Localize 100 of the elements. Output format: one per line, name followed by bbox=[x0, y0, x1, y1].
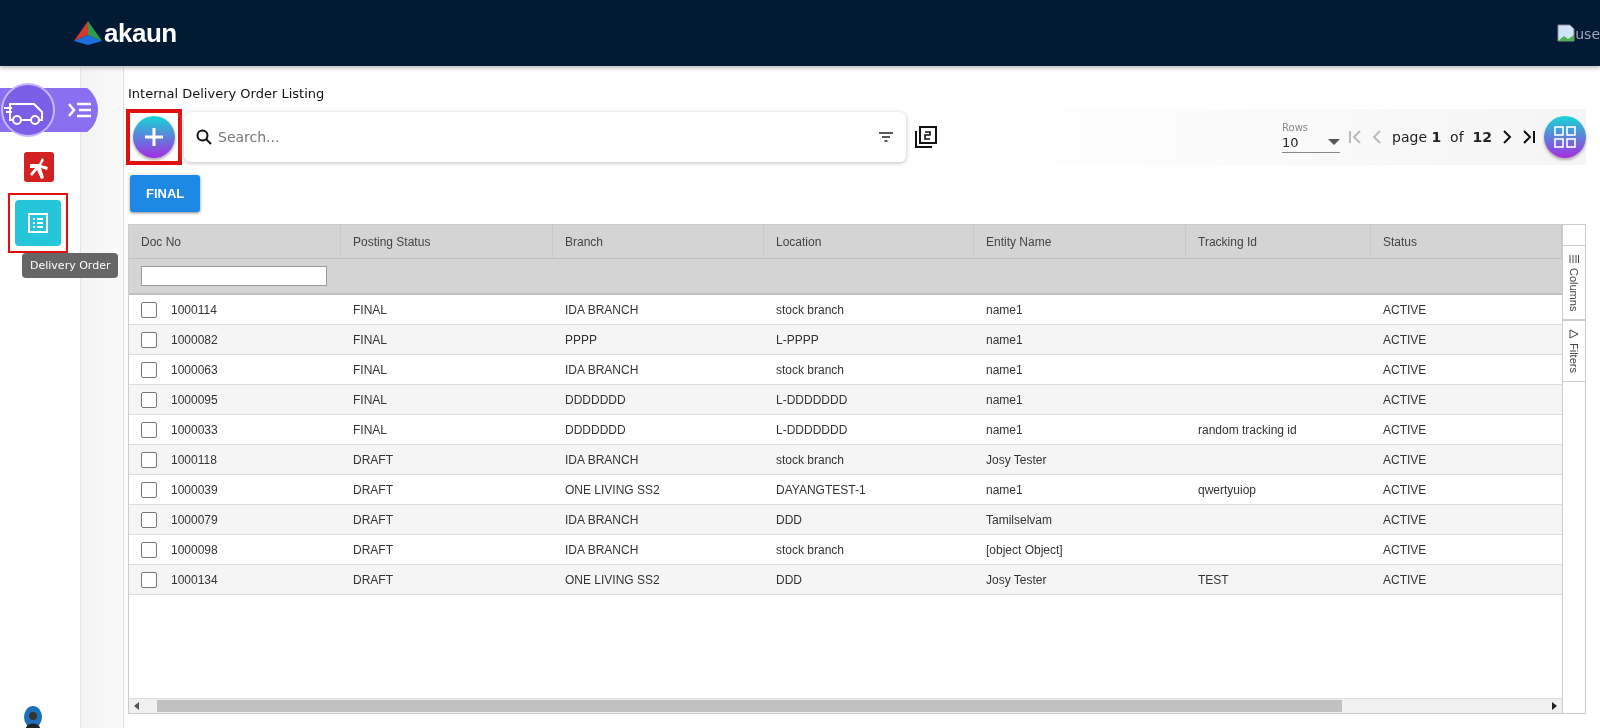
row-checkbox[interactable] bbox=[141, 331, 157, 348]
page-indicator: page 1 of 12 bbox=[1392, 129, 1492, 145]
table-cell: DRAFT bbox=[353, 572, 393, 587]
table-cell: ONE LIVING SS2 bbox=[565, 572, 660, 587]
table-cell: 1000118 bbox=[171, 452, 217, 467]
tooltip: Delivery Order bbox=[22, 253, 119, 278]
table-cell: ACTIVE bbox=[1383, 452, 1427, 467]
table-row[interactable]: 1000079 DRAFT IDA BRANCH DDD Tamilselvam ACTIVE bbox=[129, 505, 1562, 535]
row-checkbox[interactable] bbox=[141, 511, 157, 528]
filter-icon bbox=[1569, 329, 1579, 340]
column-header[interactable]: Tracking Id bbox=[1186, 225, 1371, 259]
grid-view-button[interactable] bbox=[1544, 116, 1586, 158]
table-cell: 1000082 bbox=[171, 332, 218, 347]
table-cell: ONE LIVING SS2 bbox=[565, 482, 660, 497]
column-header[interactable]: Location bbox=[764, 225, 974, 259]
logo-text: akaun bbox=[104, 17, 177, 49]
table-cell: ACTIVE bbox=[1383, 482, 1427, 497]
search-icon bbox=[196, 129, 212, 145]
row-checkbox[interactable] bbox=[141, 391, 157, 408]
table-cell: name1 bbox=[986, 392, 1023, 407]
table-cell: ACTIVE bbox=[1383, 362, 1427, 377]
scroll-right-icon[interactable] bbox=[1550, 701, 1558, 711]
table-cell: name1 bbox=[986, 362, 1023, 377]
side-panel-tab[interactable]: Filters bbox=[1563, 320, 1585, 383]
horizontal-scrollbar[interactable] bbox=[129, 698, 1562, 713]
table-cell: ACTIVE bbox=[1383, 572, 1427, 587]
page-title: Internal Delivery Order Listing bbox=[128, 86, 326, 101]
table-row[interactable]: 1000095 FINAL DDDDDDD L-DDDDDDD name1 ACTIVE bbox=[129, 385, 1562, 415]
row-checkbox[interactable] bbox=[141, 481, 157, 498]
filter-chip[interactable]: FINAL bbox=[130, 175, 201, 212]
row-checkbox[interactable] bbox=[141, 451, 157, 468]
user-image-alt-text: use bbox=[1575, 26, 1600, 42]
table-cell: L-DDDDDDD bbox=[776, 392, 848, 407]
table-cell: 1000098 bbox=[171, 542, 218, 557]
table-cell: stock branch bbox=[776, 542, 845, 557]
table-cell: ACTIVE bbox=[1383, 392, 1427, 407]
table-cell: DRAFT bbox=[353, 512, 393, 527]
table-cell: DDD bbox=[776, 512, 802, 527]
table-cell: stock branch bbox=[776, 362, 845, 377]
table-cell: IDA BRANCH bbox=[565, 362, 639, 377]
table-cell: FINAL bbox=[353, 362, 387, 377]
scroll-left-icon[interactable] bbox=[133, 701, 141, 711]
table-cell: Tamilselvam bbox=[986, 512, 1052, 527]
table-cell: DDDDDDD bbox=[565, 422, 626, 437]
table-cell: ACTIVE bbox=[1383, 332, 1427, 347]
table-cell: DRAFT bbox=[353, 452, 393, 467]
table-cell: FINAL bbox=[353, 392, 387, 407]
column-header[interactable]: Entity Name bbox=[974, 225, 1186, 259]
table-cell: 1000033 bbox=[171, 422, 218, 437]
filter-icon[interactable] bbox=[878, 131, 894, 143]
table-cell: L-DDDDDDD bbox=[776, 422, 848, 437]
table-cell: stock branch bbox=[776, 452, 845, 467]
table-cell: qwertyuiop bbox=[1198, 482, 1257, 497]
table-cell: stock branch bbox=[776, 302, 845, 317]
row-checkbox[interactable] bbox=[141, 541, 157, 558]
table-cell: ACTIVE bbox=[1383, 422, 1427, 437]
table-cell: 1000095 bbox=[171, 392, 218, 407]
row-checkbox[interactable] bbox=[141, 301, 157, 318]
table-row[interactable]: 1000118 DRAFT IDA BRANCH stock branch Josy Tester ACTIVE bbox=[129, 445, 1562, 475]
table-cell: 1000079 bbox=[171, 512, 218, 527]
table-cell: name1 bbox=[986, 332, 1023, 347]
rows-select[interactable]: 10 bbox=[1282, 132, 1341, 153]
table-cell: IDA BRANCH bbox=[565, 452, 639, 467]
table-cell: 1000114 bbox=[171, 302, 217, 317]
table-cell: DRAFT bbox=[353, 482, 393, 497]
table-cell: DRAFT bbox=[353, 542, 393, 557]
table-row[interactable]: 1000082 FINAL PPPP L-PPPP name1 ACTIVE bbox=[129, 325, 1562, 355]
column-header[interactable]: Branch bbox=[553, 225, 764, 259]
table-cell: IDA BRANCH bbox=[565, 542, 639, 557]
table-cell: FINAL bbox=[353, 422, 387, 437]
column-header[interactable]: Status bbox=[1371, 225, 1562, 259]
table-cell: Josy Tester bbox=[986, 572, 1047, 587]
column-header[interactable]: Doc No bbox=[129, 225, 341, 259]
table-cell: [object Object] bbox=[986, 542, 1063, 557]
column-header[interactable]: Posting Status bbox=[341, 225, 553, 259]
table-cell: DDD bbox=[776, 572, 802, 587]
menu-icon bbox=[68, 101, 92, 119]
table-cell: ACTIVE bbox=[1383, 542, 1427, 557]
row-checkbox[interactable] bbox=[141, 421, 157, 438]
last-page-icon[interactable] bbox=[1522, 129, 1536, 145]
table-cell: FINAL bbox=[353, 302, 387, 317]
grid-icon bbox=[1554, 126, 1576, 148]
table-cell: DDDDDDD bbox=[565, 392, 626, 407]
table-cell: DAYANGTEST-1 bbox=[776, 482, 866, 497]
table-cell: 1000039 bbox=[171, 482, 218, 497]
search-field[interactable]: Search... bbox=[216, 128, 874, 146]
table-cell: ACTIVE bbox=[1383, 302, 1427, 317]
layers-icon[interactable] bbox=[914, 125, 938, 149]
table-row[interactable]: 1000134 DRAFT ONE LIVING SS2 DDD Josy Tester TEST ACTIVE bbox=[129, 565, 1562, 595]
table-cell: PPPP bbox=[565, 332, 597, 347]
list-icon bbox=[28, 213, 48, 233]
avatar-icon[interactable] bbox=[24, 706, 42, 728]
table-cell: FINAL bbox=[353, 332, 387, 347]
next-page-icon[interactable] bbox=[1500, 129, 1514, 145]
row-checkbox[interactable] bbox=[141, 361, 157, 378]
side-panel-tab[interactable]: Columns bbox=[1563, 245, 1585, 321]
table-cell: TEST bbox=[1198, 572, 1229, 587]
doc-no-filter-field[interactable] bbox=[141, 266, 327, 286]
table-cell: IDA BRANCH bbox=[565, 512, 639, 527]
row-checkbox[interactable] bbox=[141, 571, 157, 588]
